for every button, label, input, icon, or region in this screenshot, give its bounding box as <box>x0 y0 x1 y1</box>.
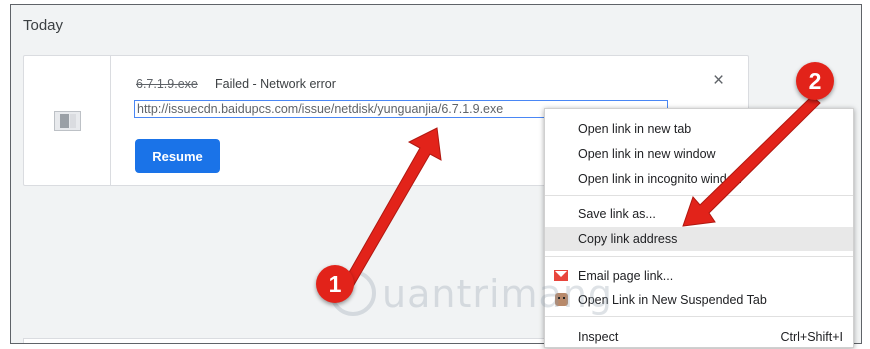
menu-item-inspect[interactable]: Inspect Ctrl+Shift+I <box>545 325 853 349</box>
menu-item-email-page-link[interactable]: Email page link... <box>545 264 853 288</box>
menu-item-label: Email page link... <box>578 269 674 283</box>
menu-separator <box>545 256 853 257</box>
menu-item-label: Open link in new window <box>578 147 716 161</box>
menu-item-label: Open link in incognito window <box>578 172 743 186</box>
menu-item-shortcut: Ctrl+Shift+I <box>780 330 843 344</box>
menu-separator <box>545 195 853 196</box>
menu-item-label: Copy link address <box>578 232 678 246</box>
menu-item-open-suspended-tab[interactable]: Open Link in New Suspended Tab <box>545 288 853 312</box>
download-status: Failed - Network error <box>215 77 336 91</box>
file-name[interactable]: 6.7.1.9.exe <box>136 77 198 91</box>
menu-item-label: Inspect <box>578 330 619 344</box>
file-icon-area <box>24 56 111 185</box>
menu-item-label: Save link as... <box>578 207 656 221</box>
close-icon[interactable]: × <box>713 71 724 91</box>
suspend-icon <box>555 293 568 306</box>
menu-item-label: Open Link in New Suspended Tab <box>578 293 767 307</box>
resume-button[interactable]: Resume <box>135 139 220 173</box>
menu-item-open-new-tab[interactable]: Open link in new tab <box>545 117 853 141</box>
menu-item-save-link-as[interactable]: Save link as... <box>545 202 853 226</box>
annotation-badge-1: 1 <box>316 265 354 303</box>
mail-icon <box>554 270 568 281</box>
menu-item-open-incognito[interactable]: Open link in incognito window <box>545 167 853 191</box>
file-icon <box>54 111 81 131</box>
menu-item-open-new-window[interactable]: Open link in new window <box>545 142 853 166</box>
menu-separator <box>545 316 853 317</box>
menu-item-copy-link-address[interactable]: Copy link address <box>545 227 853 251</box>
menu-item-label: Open link in new tab <box>578 122 692 136</box>
section-title: Today <box>23 17 64 34</box>
context-menu: Open link in new tab Open link in new wi… <box>544 108 854 348</box>
annotation-badge-2: 2 <box>796 62 834 100</box>
